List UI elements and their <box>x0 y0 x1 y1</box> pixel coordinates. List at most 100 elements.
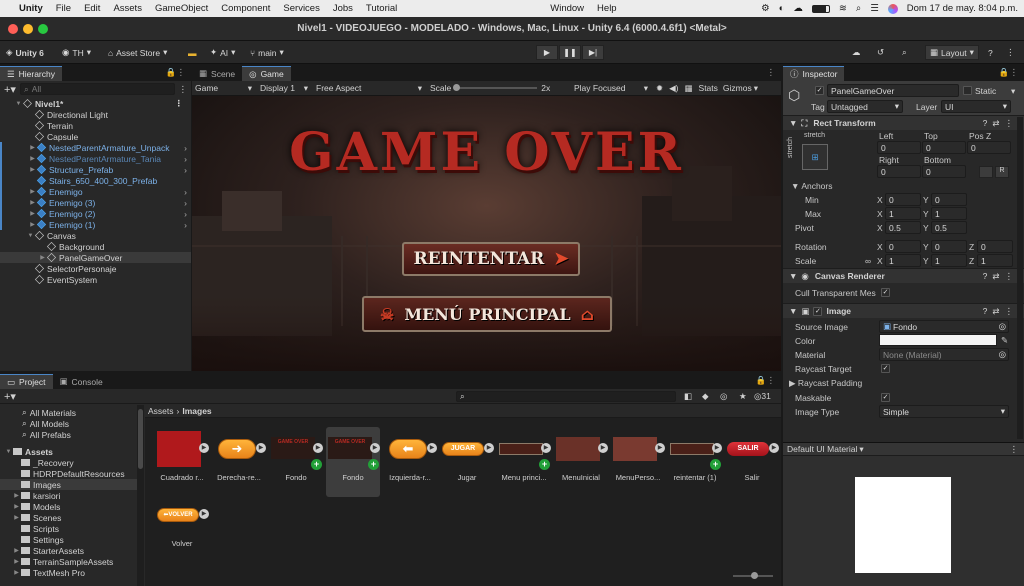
hierarchy-item[interactable]: ▶ NestedParentArmature_Unpack › <box>0 142 191 153</box>
object-picker-icon[interactable]: ◎ <box>999 349 1006 360</box>
cull-checkbox[interactable]: ✓ <box>881 288 890 297</box>
scale-x-input[interactable]: 1 <box>885 254 921 267</box>
scale-slider-track[interactable] <box>453 84 538 91</box>
wifi-icon[interactable]: ≋ <box>839 3 847 14</box>
panel-menu-icon[interactable]: 🔒⋮ <box>999 67 1018 78</box>
open-prefab-icon[interactable]: › <box>184 209 187 219</box>
audio-icon[interactable]: ◀) <box>669 83 678 94</box>
chevron-down-icon[interactable]: ▾ <box>754 83 758 94</box>
rect-transform-header[interactable]: ▼ ⛶ Rect Transform ?⇄⋮ <box>783 115 1024 130</box>
game-render-view[interactable]: GAME OVER REINTENTAR ➤ ☠ MENÚ PRINCIPAL … <box>192 96 781 371</box>
asset-item[interactable]: SALIR ▶ Salir <box>725 427 779 497</box>
object-name-input[interactable]: PanelGameOver <box>827 84 959 97</box>
color-swatch[interactable] <box>879 334 997 346</box>
expand-arrow-icon[interactable]: ▶ <box>12 514 21 521</box>
history-icon[interactable]: ↺ <box>877 45 884 60</box>
expand-arrow-icon[interactable]: ▶ <box>28 199 37 206</box>
menu-gameobject[interactable]: GameObject <box>155 3 208 14</box>
expand-arrow-icon[interactable]: ▶ <box>28 188 37 195</box>
siri-icon[interactable] <box>887 3 898 14</box>
asset-item[interactable]: ▶ Cuadrado r... <box>155 427 209 497</box>
breadcrumb-assets[interactable]: Assets <box>148 406 174 416</box>
folder-item[interactable]: ▶ karsiori <box>0 490 144 501</box>
anchors-foldout[interactable]: ▼ Anchors <box>791 181 833 191</box>
hidden-count-badge[interactable]: ◎31 <box>754 391 771 402</box>
asset-item[interactable]: ⬅ ▶ Izquierda-r... <box>383 427 437 497</box>
hierarchy-item[interactable]: ▶ Enemigo (1) › <box>0 219 191 230</box>
tab-game[interactable]: ◎ Game <box>242 66 291 81</box>
static-dropdown-icon[interactable]: ▾ <box>1011 86 1015 97</box>
spotlight-search-icon[interactable]: ⌕ <box>856 3 861 14</box>
more-icon[interactable]: ⋮ <box>1006 45 1015 60</box>
hierarchy-item[interactable]: ▶ PanelGameOver <box>0 252 191 263</box>
expand-sprite-icon[interactable]: ▶ <box>199 509 209 519</box>
expand-arrow-icon[interactable]: ▶ <box>28 155 37 162</box>
open-prefab-icon[interactable]: › <box>184 220 187 230</box>
scale-slider[interactable]: Scale 2x <box>426 83 570 93</box>
expand-arrow-icon[interactable]: ▶ <box>28 221 37 228</box>
retry-button[interactable]: REINTENTAR ➤ <box>402 242 580 276</box>
left-input[interactable]: 0 <box>877 141 921 154</box>
cloud-icon[interactable]: ☁ <box>793 3 803 14</box>
thumbnail-size-thumb[interactable] <box>751 572 758 579</box>
material-field[interactable]: None (Material) ◎ <box>879 348 1009 361</box>
expand-sprite-icon[interactable]: ▶ <box>712 443 722 453</box>
folder-item[interactable]: Scripts <box>0 523 144 534</box>
expand-arrow-icon[interactable]: ▶ <box>28 166 37 173</box>
expand-arrow-icon[interactable]: ▶ <box>28 210 37 217</box>
hierarchy-item[interactable]: ▶ Enemigo (3) › <box>0 197 191 208</box>
tree-scrollbar[interactable] <box>137 405 144 586</box>
filter-label-icon[interactable]: ◆ <box>702 391 709 402</box>
image-enabled-checkbox[interactable]: ✓ <box>813 306 823 316</box>
menu-services[interactable]: Services <box>283 3 319 14</box>
menu-tutorial[interactable]: Tutorial <box>366 3 397 14</box>
favorite-star-icon[interactable]: ★ <box>739 391 747 402</box>
menu-help[interactable]: Help <box>597 3 617 14</box>
pivot-x-input[interactable]: 0.5 <box>885 221 921 234</box>
tab-inspector[interactable]: ⓘ Inspector <box>783 66 845 81</box>
battery-icon[interactable] <box>811 4 830 13</box>
static-checkbox[interactable] <box>963 86 972 95</box>
store-bag-icon[interactable]: ▬ <box>188 45 197 60</box>
hierarchy-item[interactable]: ▶ NestedParentArmature_Tania › <box>0 153 191 164</box>
expand-sprite-icon[interactable]: ▶ <box>541 443 551 453</box>
source-image-field[interactable]: ▣ Fondo ◎ <box>879 320 1009 333</box>
anchor-max-y-input[interactable]: 1 <box>931 207 967 220</box>
unity-version-button[interactable]: ◈ Unity 6 <box>6 45 44 60</box>
component-menu-icons[interactable]: ?⇄⋮ <box>983 118 1018 129</box>
expand-sprite-icon[interactable]: ▶ <box>769 443 779 453</box>
open-prefab-icon[interactable]: › <box>184 198 187 208</box>
expand-sprite-icon[interactable]: ▶ <box>256 443 266 453</box>
object-picker-icon[interactable]: ◎ <box>999 321 1006 332</box>
canvas-renderer-header[interactable]: ▼ ◉ Canvas Renderer ?⇄⋮ <box>783 268 1024 283</box>
expand-arrow-icon[interactable]: ▶ <box>28 144 37 151</box>
hierarchy-item[interactable]: ▶ Enemigo (2) › <box>0 208 191 219</box>
tree-scrollbar-thumb[interactable] <box>138 409 143 469</box>
tab-scene[interactable]: ▦ Scene <box>192 66 242 81</box>
component-menu-icons[interactable]: ?⇄⋮ <box>983 271 1018 282</box>
favorite-item[interactable]: ⌕ All Prefabs <box>0 429 144 440</box>
hierarchy-item[interactable]: Capsule <box>0 131 191 142</box>
asset-item[interactable]: JUGAR ▶ Jugar <box>440 427 494 497</box>
folder-item[interactable]: Settings <box>0 534 144 545</box>
control-center-icon[interactable]: ☰ <box>870 3 879 14</box>
grid-icon[interactable]: ▦ <box>685 83 693 94</box>
account-dropdown[interactable]: ◉ TH ▾ <box>62 45 91 60</box>
breadcrumb-images[interactable]: Images <box>182 406 211 416</box>
preview-menu-icon[interactable]: ⋮ <box>1010 444 1019 455</box>
anchor-max-x-input[interactable]: 1 <box>885 207 921 220</box>
panel-menu-icon[interactable]: 🔒⋮ <box>756 375 775 386</box>
hierarchy-item[interactable]: Terrain <box>0 120 191 131</box>
eyedropper-icon[interactable]: ✎ <box>1001 335 1008 346</box>
filter-type-icon[interactable]: ◧ <box>684 391 692 402</box>
play-focused-dropdown[interactable]: Play Focused ▾ <box>570 83 652 94</box>
favorite-item[interactable]: ⌕ All Materials <box>0 407 144 418</box>
anchor-min-y-input[interactable]: 0 <box>931 193 967 206</box>
rotation-y-input[interactable]: 0 <box>931 240 967 253</box>
menu-file[interactable]: File <box>56 3 71 14</box>
pivot-y-input[interactable]: 0.5 <box>931 221 967 234</box>
filter-eye-icon[interactable]: ◎ <box>720 391 727 402</box>
open-prefab-icon[interactable]: › <box>184 154 187 164</box>
expand-arrow-icon[interactable]: ▶ <box>38 254 47 261</box>
asset-store-button[interactable]: ⌂ Asset Store ▾ <box>108 45 167 60</box>
